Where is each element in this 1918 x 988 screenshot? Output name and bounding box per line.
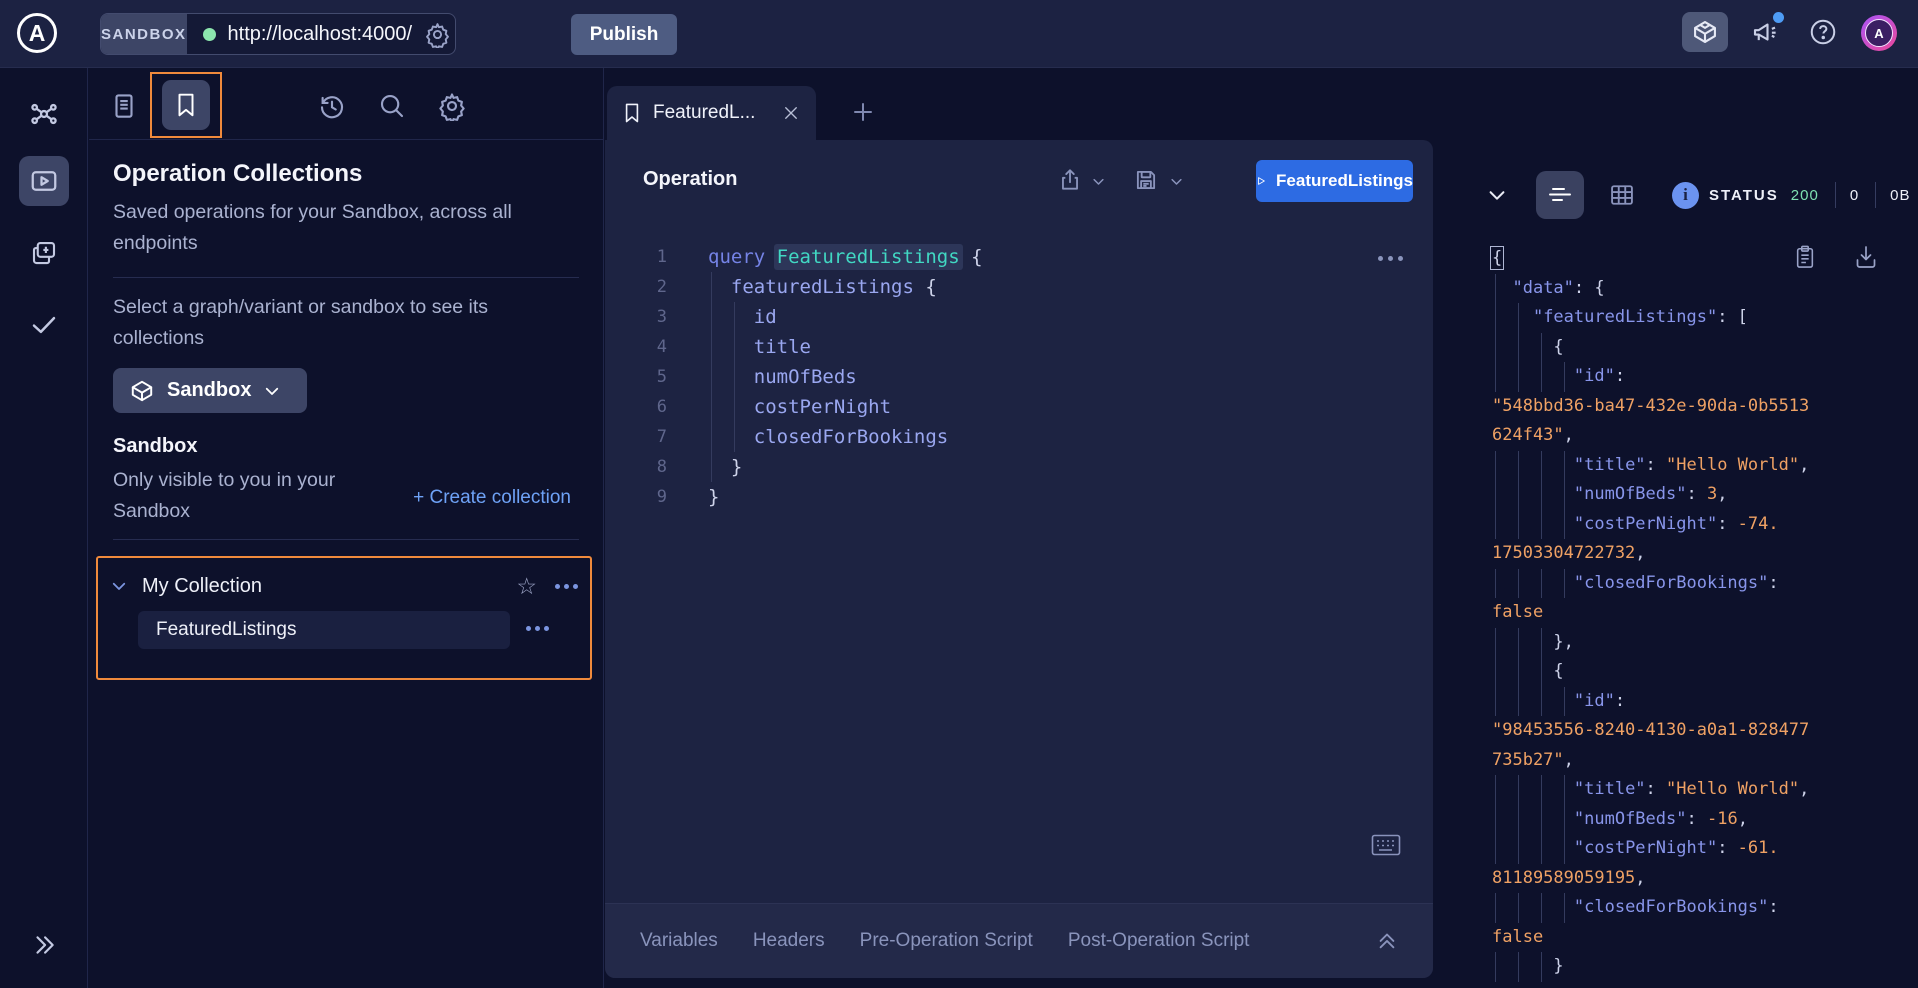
tab-featuredlistings[interactable]: FeaturedL... xyxy=(607,86,816,140)
operation-tab-strip: FeaturedL... xyxy=(605,68,1433,140)
history-icon[interactable] xyxy=(310,84,354,128)
collection-header-row[interactable]: My Collection ☆ xyxy=(110,570,578,602)
tab-variables[interactable]: Variables xyxy=(640,930,718,952)
endpoint-url[interactable]: http://localhost:4000/ xyxy=(228,23,413,46)
sandbox-mode-badge: SANDBOX xyxy=(101,14,187,54)
divider xyxy=(113,277,579,278)
operation-collections-panel: Operation Collections Saved operations f… xyxy=(89,68,604,988)
panel-toolbar xyxy=(89,68,604,140)
chevron-down-icon[interactable] xyxy=(1169,174,1184,189)
collection-name: My Collection xyxy=(142,575,516,598)
explorer-nav-button[interactable] xyxy=(19,156,69,206)
divider xyxy=(113,539,579,540)
documentation-icon[interactable] xyxy=(102,84,146,128)
collection-more-menu-icon[interactable] xyxy=(555,584,578,589)
collections-bookmark-icon[interactable] xyxy=(162,80,210,130)
sandbox-cube-icon xyxy=(129,378,155,404)
tab-pre-operation-script[interactable]: Pre-Operation Script xyxy=(860,930,1033,952)
collections-tab-highlight xyxy=(150,72,222,138)
sandbox-section-title: Sandbox xyxy=(113,435,581,458)
sandbox-dropdown-button[interactable]: Sandbox xyxy=(113,368,307,413)
checks-icon[interactable] xyxy=(19,300,69,350)
announcements-megaphone-icon[interactable] xyxy=(1742,12,1788,52)
response-header: i STATUS 200 0 0B xyxy=(1470,170,1918,220)
collection-item-label: FeaturedListings xyxy=(156,619,296,641)
status-label: STATUS xyxy=(1709,187,1779,204)
chevron-down-icon[interactable] xyxy=(110,577,128,595)
panel-subtitle: Saved operations for your Sandbox, acros… xyxy=(113,197,583,259)
connection-settings-gear-icon[interactable] xyxy=(424,21,451,48)
connection-status-dot xyxy=(203,28,216,41)
chevron-down-icon[interactable] xyxy=(1091,174,1106,189)
divider xyxy=(1835,182,1836,208)
tab-label: FeaturedL... xyxy=(653,102,770,124)
apollo-logo-icon[interactable]: A xyxy=(17,13,57,53)
select-hint-text: Select a graph/variant or sandbox to see… xyxy=(113,292,553,354)
schema-graph-icon[interactable] xyxy=(19,89,69,139)
collections-content: Operation Collections Saved operations f… xyxy=(113,140,581,540)
chevron-down-icon xyxy=(263,382,281,400)
operation-footer-tabs: Variables Headers Pre-Operation Script P… xyxy=(605,903,1433,978)
keyboard-shortcuts-icon[interactable] xyxy=(1371,834,1401,856)
table-view-button[interactable] xyxy=(1602,175,1642,215)
apollo-sandbox-app: A SANDBOX http://localhost:4000/ Publish xyxy=(0,0,1918,988)
panel-title: Operation Collections xyxy=(113,160,581,188)
expand-rail-icon[interactable] xyxy=(19,920,69,970)
close-tab-icon[interactable] xyxy=(782,104,800,122)
settings-gear-icon[interactable] xyxy=(430,84,474,128)
response-json-viewer: { "data": { "featuredListings": [ { "id"… xyxy=(1492,244,1892,982)
item-more-menu-icon[interactable] xyxy=(526,626,549,631)
endpoint-url-field[interactable]: http://localhost:4000/ xyxy=(187,14,456,54)
response-size: 0B xyxy=(1890,187,1910,204)
collapse-response-chevron-icon[interactable] xyxy=(1486,184,1508,206)
expand-footer-chevron-icon[interactable] xyxy=(1376,928,1398,952)
response-panel: i STATUS 200 0 0B { "data": { "featuredL xyxy=(1470,140,1918,988)
run-operation-button[interactable]: FeaturedListings xyxy=(1256,160,1413,202)
tab-headers[interactable]: Headers xyxy=(753,930,825,952)
user-avatar[interactable]: A xyxy=(1861,15,1897,51)
new-tab-plus-icon[interactable] xyxy=(845,94,881,130)
run-button-label: FeaturedListings xyxy=(1276,171,1413,191)
favorite-star-icon[interactable]: ☆ xyxy=(516,575,537,598)
top-bar: A SANDBOX http://localhost:4000/ Publish xyxy=(0,0,1918,68)
publish-button[interactable]: Publish xyxy=(571,14,677,55)
notification-dot xyxy=(1773,12,1784,23)
status-code: 200 xyxy=(1791,187,1819,204)
operation-title: Operation xyxy=(643,168,737,191)
error-count: 0 xyxy=(1850,187,1859,204)
endpoint-group: SANDBOX http://localhost:4000/ xyxy=(100,13,456,55)
operation-editor-card: Operation FeaturedListin xyxy=(605,140,1433,978)
collection-item-featuredlistings[interactable]: FeaturedListings xyxy=(138,611,510,649)
divider xyxy=(1875,182,1876,208)
operation-header: Operation FeaturedListin xyxy=(605,140,1433,224)
sandbox-dropdown-label: Sandbox xyxy=(167,379,251,402)
save-operation-icon[interactable] xyxy=(1133,166,1159,194)
graphql-query-editor[interactable]: 1query FeaturedListings {2 featuredListi… xyxy=(605,242,1395,512)
readme-publish-icon[interactable] xyxy=(19,228,69,278)
search-icon[interactable] xyxy=(370,84,414,128)
raw-response-view-button[interactable] xyxy=(1536,171,1584,219)
share-operation-icon[interactable] xyxy=(1057,166,1083,194)
left-nav-rail xyxy=(0,68,88,988)
tab-post-operation-script[interactable]: Post-Operation Script xyxy=(1068,930,1250,952)
sandbox-cube-button[interactable] xyxy=(1682,12,1728,52)
sandbox-section-subtitle: Only visible to you in your Sandbox xyxy=(113,465,378,527)
help-icon[interactable] xyxy=(1800,12,1846,52)
info-icon[interactable]: i xyxy=(1672,182,1699,209)
create-collection-link[interactable]: + Create collection xyxy=(413,487,571,509)
my-collection-highlight-box: My Collection ☆ FeaturedListings xyxy=(96,556,592,680)
play-icon xyxy=(1256,173,1266,189)
bookmark-icon xyxy=(623,102,641,124)
